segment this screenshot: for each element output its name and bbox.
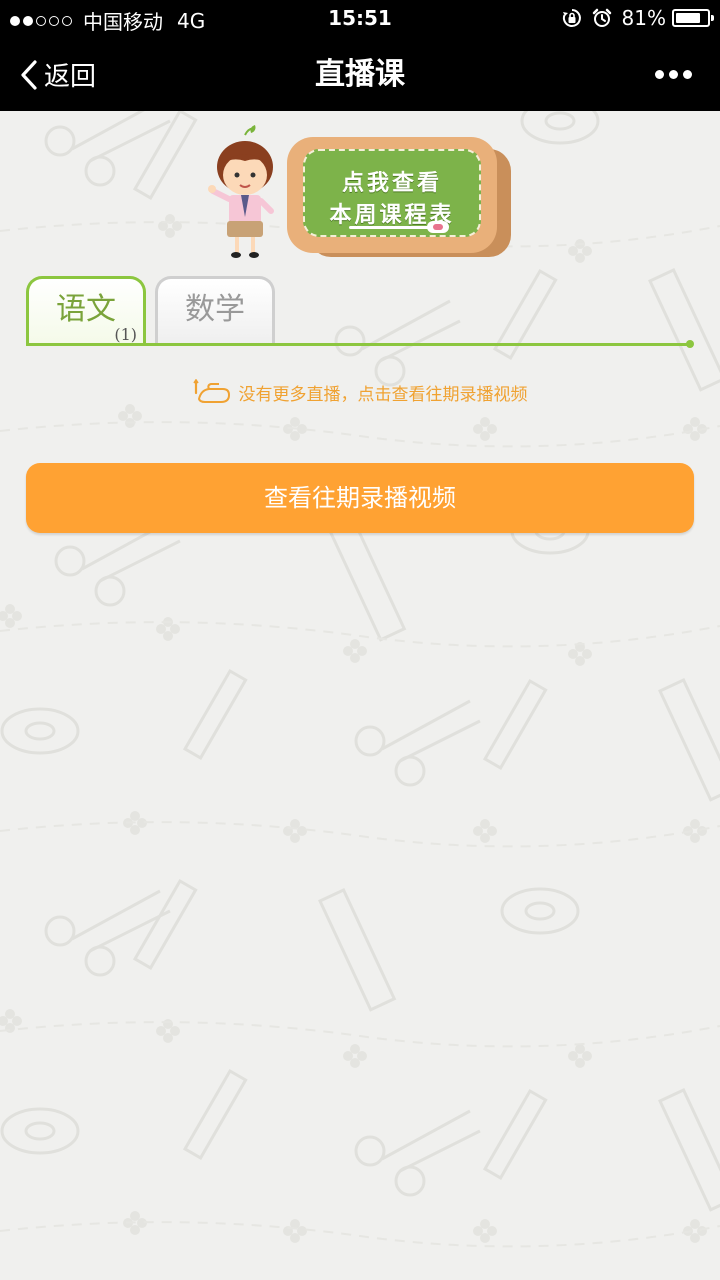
dot bbox=[669, 70, 678, 79]
banner-line-1: 点我查看 bbox=[341, 171, 442, 196]
chalkboard-surface: 点我查看 本周课程表 bbox=[303, 149, 481, 237]
status-bar: 中国移动 4G 15:51 81% bbox=[0, 0, 720, 38]
chevron-left-icon bbox=[21, 59, 37, 90]
app-screen: 中国移动 4G 15:51 81% 返回 直播课 点我查看 本周课程表 语文 (… bbox=[0, 0, 720, 1280]
back-label: 返回 bbox=[44, 62, 97, 92]
weekly-schedule-banner[interactable]: 点我查看 本周课程表 bbox=[205, 125, 515, 265]
pattern-dashes bbox=[0, 221, 720, 1248]
pointing-hand-icon bbox=[192, 379, 230, 403]
dot bbox=[655, 70, 664, 79]
more-dots-icon[interactable] bbox=[650, 38, 692, 111]
pattern-row-4 bbox=[0, 669, 720, 843]
cartoon-boy-icon bbox=[208, 125, 274, 258]
tab-count-badge: (1) bbox=[114, 325, 137, 344]
tab-label: 数学 bbox=[185, 292, 245, 327]
dot bbox=[683, 70, 692, 79]
view-past-videos-button[interactable]: 查看往期录播视频 bbox=[26, 463, 694, 533]
battery-percent: 81% bbox=[621, 6, 666, 30]
tab-chinese[interactable]: 语文 (1) bbox=[26, 276, 146, 346]
page-title: 直播课 bbox=[315, 57, 405, 92]
status-right: 81% bbox=[562, 6, 714, 30]
hint-text: 没有更多直播，点击查看往期录播视频 bbox=[238, 384, 528, 405]
tab-underline bbox=[26, 343, 692, 346]
orientation-lock-icon bbox=[562, 8, 582, 28]
chalk-icon bbox=[349, 226, 429, 229]
pattern-row-5 bbox=[0, 879, 592, 1068]
battery-nub bbox=[711, 15, 714, 21]
back-button[interactable]: 返回 bbox=[20, 38, 96, 111]
chalkboard: 点我查看 本周课程表 bbox=[287, 137, 497, 253]
nav-bar: 返回 直播课 bbox=[0, 38, 720, 111]
alarm-icon bbox=[592, 8, 612, 28]
subject-tabs: 语文 (1) 数学 bbox=[26, 276, 696, 348]
no-more-live-hint: 没有更多直播，点击查看往期录播视频 bbox=[0, 379, 720, 405]
tab-underline-dot bbox=[686, 340, 694, 348]
tab-math[interactable]: 数学 bbox=[155, 276, 275, 344]
battery-icon bbox=[672, 9, 714, 27]
content-area: 点我查看 本周课程表 语文 (1) 数学 没有更多直播，点击查看往期录播视频 查… bbox=[0, 111, 720, 1280]
battery-fill bbox=[676, 13, 700, 23]
pattern-row-6 bbox=[0, 1069, 720, 1243]
eraser-icon bbox=[427, 221, 449, 233]
